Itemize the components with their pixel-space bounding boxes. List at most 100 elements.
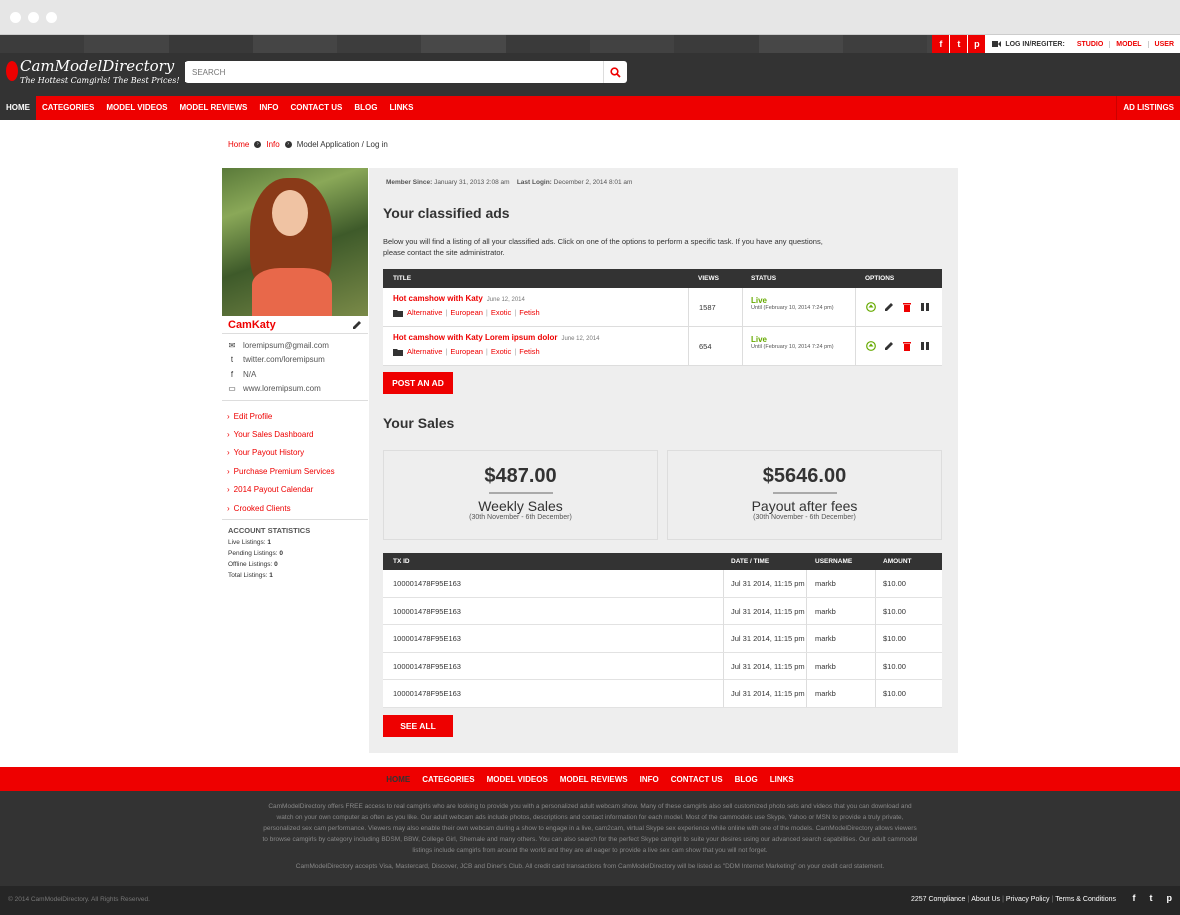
- footer-nav-home[interactable]: HOME: [386, 775, 410, 784]
- sidebar-link-sales-dashboard[interactable]: › Your Sales Dashboard: [227, 425, 368, 443]
- stat-pending: Pending Listings: 0: [228, 550, 283, 558]
- table-row: 100001478F95E163 Jul 31 2014, 11:15 pm mar…: [383, 680, 942, 708]
- nav-contact-us[interactable]: CONTACT US: [284, 96, 348, 120]
- model-link[interactable]: MODEL: [1109, 40, 1147, 48]
- pause-icon[interactable]: [920, 341, 930, 351]
- weekly-sales-amount: $487.00: [484, 465, 557, 487]
- trash-icon[interactable]: [902, 302, 912, 312]
- tag-link[interactable]: European: [450, 308, 483, 317]
- pinterest-icon[interactable]: p: [968, 35, 987, 53]
- ad-title-link[interactable]: Hot camshow with Katy Lorem ipsum dolor: [393, 333, 557, 342]
- tag-link[interactable]: Fetish: [519, 308, 539, 317]
- window-dot-icon: [46, 12, 57, 23]
- site-logo[interactable]: CamModelDirectory The Hottest Camgirls! …: [6, 57, 180, 91]
- profile-sidebar: CamKaty ✉ loremipsum@gmail.com t twitter.c…: [222, 168, 368, 583]
- tag-link[interactable]: Alternative: [407, 347, 442, 356]
- sidebar-link-payout-calendar[interactable]: › 2014 Payout Calendar: [227, 481, 368, 499]
- twitter-icon[interactable]: t: [1150, 893, 1153, 903]
- user-link[interactable]: USER: [1147, 40, 1180, 48]
- sidebar-link-premium-services[interactable]: › Purchase Premium Services: [227, 462, 368, 480]
- breadcrumb-info[interactable]: Info: [266, 140, 279, 149]
- footer-link-2257[interactable]: 2257 Compliance: [911, 896, 965, 903]
- footer-nav-info[interactable]: INFO: [640, 775, 659, 784]
- chevron-right-icon: ›: [227, 430, 230, 440]
- boost-up-icon[interactable]: [866, 302, 876, 312]
- search-bar: [185, 61, 627, 83]
- profile-name: CamKaty: [228, 318, 276, 331]
- breadcrumb-home[interactable]: Home: [228, 140, 249, 149]
- footer-about-text: CamModelDirectory offers FREE access to …: [262, 803, 918, 854]
- twitter-icon[interactable]: t: [950, 35, 969, 53]
- sales-title: Your Sales: [383, 415, 455, 431]
- nav-ad-listings[interactable]: AD LISTINGS: [1116, 96, 1180, 120]
- footer-link-privacy[interactable]: Privacy Policy: [1006, 896, 1050, 903]
- monitor-icon: ▭: [228, 384, 236, 394]
- logo-mark-icon: [6, 61, 18, 81]
- profile-facebook: N/A: [243, 369, 257, 379]
- footer-nav-model-reviews[interactable]: MODEL REVIEWS: [560, 775, 628, 784]
- window-dot-icon: [28, 12, 39, 23]
- see-all-button[interactable]: SEE ALL: [383, 715, 453, 737]
- sidebar-link-payout-history[interactable]: › Your Payout History: [227, 444, 368, 462]
- edit-pencil-icon[interactable]: [884, 302, 894, 312]
- status-badge: Live: [751, 335, 768, 344]
- footer-nav-blog[interactable]: BLOG: [735, 775, 758, 784]
- payout-card: $5646.00 Payout after fees (30th Novembe…: [667, 450, 942, 540]
- nav-blog[interactable]: BLOG: [348, 96, 383, 120]
- tag-link[interactable]: Fetish: [519, 347, 539, 356]
- tag-link[interactable]: Exotic: [491, 347, 511, 356]
- footer-link-about[interactable]: About Us: [971, 896, 1000, 903]
- nav-info[interactable]: INFO: [253, 96, 284, 120]
- footer-link-terms[interactable]: Terms & Conditions: [1055, 896, 1116, 903]
- post-an-ad-button[interactable]: POST AN AD: [383, 372, 453, 394]
- sidebar-link-crooked-clients[interactable]: › Crooked Clients: [227, 499, 368, 517]
- tag-link[interactable]: Alternative: [407, 308, 442, 317]
- nav-model-videos[interactable]: MODEL VIDEOS: [100, 96, 173, 120]
- email-icon: ✉: [228, 340, 236, 350]
- pinterest-icon[interactable]: p: [1167, 893, 1173, 903]
- stat-total: Total Listings: 1: [228, 572, 273, 580]
- stat-offline: Offline Listings: 0: [228, 561, 278, 569]
- top-bar: f t p LOG IN/REGITER: STUDIO MODEL USER: [0, 35, 1180, 53]
- ad-title-link[interactable]: Hot camshow with Katy: [393, 294, 483, 303]
- footer-nav-contact-us[interactable]: CONTACT US: [671, 775, 723, 784]
- studio-link[interactable]: STUDIO: [1071, 41, 1109, 48]
- nav-categories[interactable]: CATEGORIES: [36, 96, 100, 120]
- footer-nav-model-videos[interactable]: MODEL VIDEOS: [487, 775, 548, 784]
- stat-live: Live Listings: 1: [228, 539, 272, 547]
- footer-nav-links[interactable]: LINKS: [770, 775, 794, 784]
- ad-views: 654: [688, 327, 743, 365]
- table-row: 100001478F95E163 Jul 31 2014, 11:15 pm mar…: [383, 625, 942, 653]
- copyright: © 2014 CamModelDirectory. All Rights Res…: [8, 896, 150, 903]
- transactions-header: TX ID DATE / TIME USERNAME AMOUNT: [383, 553, 942, 570]
- tag-link[interactable]: European: [450, 347, 483, 356]
- trash-icon[interactable]: [902, 341, 912, 351]
- nav-home[interactable]: HOME: [0, 96, 36, 120]
- boost-up-icon[interactable]: [866, 341, 876, 351]
- footer-payments-text: CamModelDirectory accepts Visa, Masterca…: [295, 863, 885, 870]
- nav-model-reviews[interactable]: MODEL REVIEWS: [174, 96, 254, 120]
- edit-pencil-icon[interactable]: [352, 320, 362, 330]
- facebook-icon[interactable]: f: [932, 35, 951, 53]
- edit-pencil-icon[interactable]: [884, 341, 894, 351]
- search-input[interactable]: [185, 62, 603, 82]
- dashboard-panel: Member Since: January 31, 2013 2:08 am L…: [369, 168, 958, 753]
- chevron-right-icon: ›: [227, 503, 230, 513]
- footer-nav: HOME CATEGORIES MODEL VIDEOS MODEL REVIE…: [0, 767, 1180, 791]
- ads-table: TITLE VIEWS STATUS OPTIONS Hot camshow w…: [383, 269, 942, 366]
- table-row: 100001478F95E163 Jul 31 2014, 11:15 pm mar…: [383, 597, 942, 625]
- footer-nav-categories[interactable]: CATEGORIES: [422, 775, 474, 784]
- chevron-right-icon: ›: [284, 141, 292, 148]
- profile-website: www.loremipsum.com: [243, 384, 321, 394]
- table-row: 100001478F95E163 Jul 31 2014, 11:15 pm mar…: [383, 652, 942, 680]
- transactions-table: TX ID DATE / TIME USERNAME AMOUNT 100001…: [383, 553, 942, 708]
- facebook-icon[interactable]: f: [1133, 893, 1136, 903]
- chevron-right-icon: ›: [227, 448, 230, 458]
- nav-links[interactable]: LINKS: [383, 96, 419, 120]
- table-row: Hot camshow with Katy Lorem ipsum dolor J…: [383, 327, 942, 366]
- member-meta: Member Since: January 31, 2013 2:08 am L…: [386, 179, 633, 186]
- tag-link[interactable]: Exotic: [491, 308, 511, 317]
- search-button[interactable]: [603, 61, 627, 83]
- sidebar-link-edit-profile[interactable]: › Edit Profile: [227, 407, 368, 425]
- pause-icon[interactable]: [920, 302, 930, 312]
